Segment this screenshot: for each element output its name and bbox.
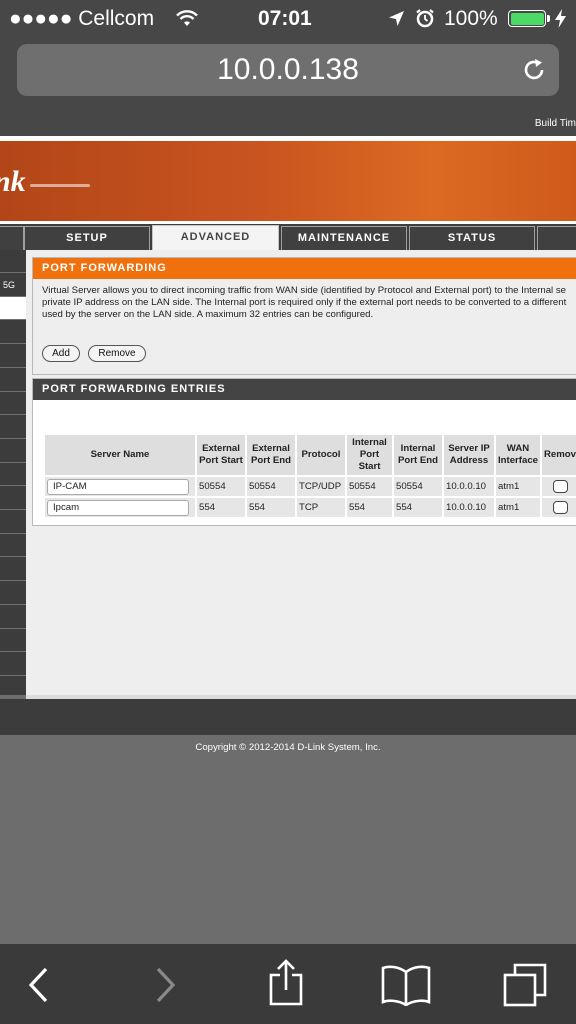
- cell-int-start: 50554: [347, 477, 392, 496]
- left-nav-item[interactable]: [0, 629, 26, 653]
- cell-server-ip: 10.0.0.10: [444, 477, 494, 496]
- left-nav-item[interactable]: [0, 369, 26, 392]
- port-forwarding-section: PORT FORWARDING Virtual Server allows yo…: [32, 257, 576, 375]
- port-forwarding-description: Virtual Server allows you to direct inco…: [42, 285, 567, 320]
- left-nav-item[interactable]: [0, 511, 26, 534]
- tab-partial[interactable]: [0, 226, 24, 250]
- left-nav-item[interactable]: [0, 392, 26, 416]
- tab-setup[interactable]: SETUP: [24, 226, 150, 250]
- left-nav-item[interactable]: [0, 321, 26, 345]
- page-top-strip: Build Tim: [0, 106, 576, 136]
- left-nav-item[interactable]: [0, 487, 26, 510]
- remove-button[interactable]: Remove: [88, 345, 146, 362]
- left-nav-item[interactable]: [0, 416, 26, 439]
- charging-bolt-icon: [555, 9, 566, 28]
- router-page: nk SETUP ADVANCED MAINTENANCE STATUS 5G …: [0, 136, 576, 944]
- cell-protocol: TCP/UDP: [297, 477, 345, 496]
- battery-percent: 100%: [444, 7, 498, 30]
- cell-wan: atm1: [496, 498, 540, 517]
- left-nav-item[interactable]: [0, 558, 26, 582]
- copyright-text: Copyright © 2012-2014 D-Link System, Inc…: [195, 742, 381, 753]
- left-nav-item[interactable]: [0, 606, 26, 629]
- main-content: PORT FORWARDING Virtual Server allows yo…: [26, 250, 576, 695]
- remove-checkbox[interactable]: [552, 480, 568, 493]
- left-nav-item[interactable]: [0, 345, 26, 368]
- table-row: Ipcam 554 554 TCP 554 554 10.0.0.10 atm1: [45, 498, 576, 517]
- table-row: IP-CAM 50554 50554 TCP/UDP 50554 50554 10.0.0.…: [45, 477, 576, 496]
- left-nav-item[interactable]: [0, 297, 26, 321]
- cell-int-start: 554: [347, 498, 392, 517]
- bookmarks-icon[interactable]: [380, 964, 432, 1006]
- cell-ext-start: 554: [197, 498, 245, 517]
- battery-icon: [508, 10, 546, 27]
- left-nav-item[interactable]: [0, 463, 26, 487]
- cell-ext-start: 50554: [197, 477, 245, 496]
- cell-int-end: 50554: [394, 477, 442, 496]
- column-header: Server IP Address: [444, 435, 494, 475]
- left-nav: 5G: [0, 250, 26, 700]
- cell-int-end: 554: [394, 498, 442, 517]
- dlink-logo: nk: [0, 165, 26, 198]
- alarm-icon: [416, 9, 434, 28]
- wifi-icon: [176, 10, 198, 26]
- tab-help[interactable]: [537, 226, 576, 250]
- remove-checkbox[interactable]: [552, 501, 568, 514]
- cell-protocol: TCP: [297, 498, 345, 517]
- tab-advanced[interactable]: ADVANCED: [152, 225, 279, 251]
- cell-server-ip: 10.0.0.10: [444, 498, 494, 517]
- share-icon[interactable]: [268, 958, 304, 1006]
- column-header: Internal Port End: [394, 435, 442, 475]
- column-header: Internal Port Start: [347, 435, 392, 475]
- footer-bar: [0, 699, 576, 735]
- reload-icon[interactable]: [521, 57, 547, 83]
- port-forwarding-title: PORT FORWARDING: [33, 258, 576, 279]
- column-header: Server Name: [45, 435, 195, 475]
- url-field[interactable]: 10.0.0.138: [17, 44, 559, 96]
- tabs-icon[interactable]: [502, 962, 548, 1008]
- cell-ext-end: 50554: [247, 477, 295, 496]
- left-nav-item[interactable]: [0, 653, 26, 676]
- status-bar: ●●●●● Cellcom 07:01 100%: [0, 0, 576, 38]
- port-forwarding-entries-section: PORT FORWARDING ENTRIES Server Name Exter…: [32, 378, 576, 526]
- left-nav-item[interactable]: [0, 250, 26, 273]
- left-nav-item[interactable]: [0, 440, 26, 463]
- entries-title: PORT FORWARDING ENTRIES: [33, 379, 576, 400]
- clock-time: 07:01: [258, 7, 312, 30]
- browser-toolbar: [0, 944, 576, 1024]
- location-arrow-icon: [389, 11, 404, 26]
- column-header: WAN Interface: [496, 435, 540, 475]
- url-text: 10.0.0.138: [217, 53, 359, 86]
- column-header: Remov: [542, 435, 576, 475]
- forward-arrow-icon[interactable]: [152, 966, 178, 1004]
- column-header: External Port End: [247, 435, 295, 475]
- left-nav-item[interactable]: [0, 582, 26, 605]
- address-bar: 10.0.0.138: [0, 38, 576, 106]
- server-name-field[interactable]: Ipcam: [47, 499, 189, 516]
- entries-table: Server Name External Port Start External Por…: [43, 433, 576, 519]
- cell-ext-end: 554: [247, 498, 295, 517]
- server-name-field[interactable]: IP-CAM: [47, 478, 189, 495]
- column-header: Protocol: [297, 435, 345, 475]
- left-nav-item[interactable]: [0, 677, 26, 700]
- main-nav: SETUP ADVANCED MAINTENANCE STATUS: [0, 224, 576, 251]
- carrier-label: ●●●●● Cellcom: [9, 7, 155, 30]
- tab-maintenance[interactable]: MAINTENANCE: [281, 226, 407, 250]
- column-header: External Port Start: [197, 435, 245, 475]
- left-nav-item[interactable]: 5G: [0, 274, 26, 297]
- tab-status[interactable]: STATUS: [409, 226, 535, 250]
- back-arrow-icon[interactable]: [26, 966, 52, 1004]
- left-nav-item[interactable]: [0, 534, 26, 558]
- brand-banner: nk: [0, 141, 576, 221]
- cell-wan: atm1: [496, 477, 540, 496]
- build-time-label: Build Tim: [534, 118, 576, 129]
- add-button[interactable]: Add: [42, 345, 80, 362]
